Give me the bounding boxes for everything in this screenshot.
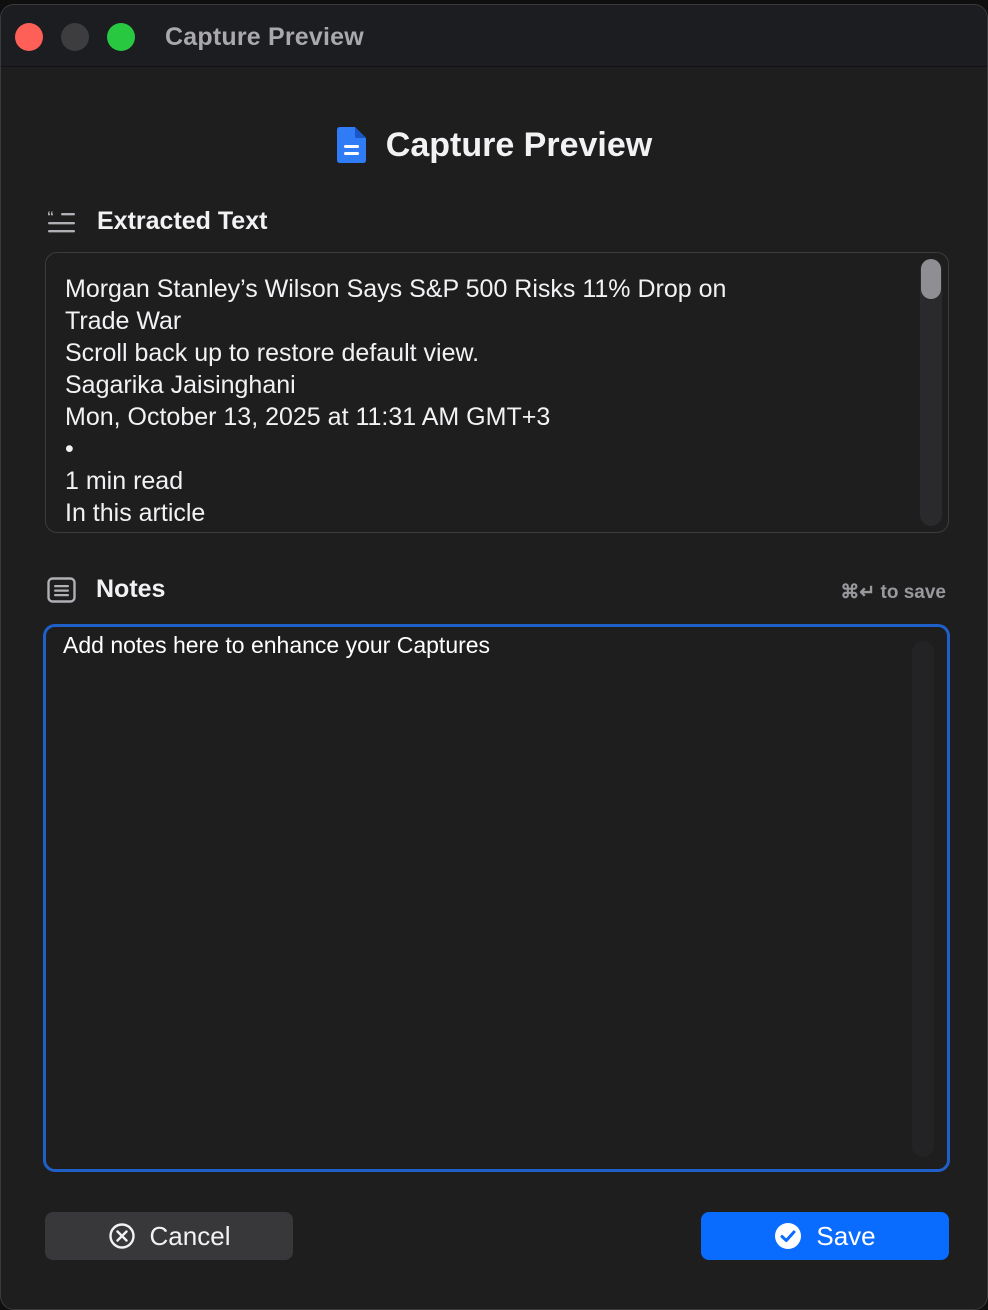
extracted-line: In this article xyxy=(65,499,206,527)
cancel-circle-x-icon xyxy=(108,1223,135,1249)
save-shortcut-hint: ⌘↵ to save xyxy=(840,582,946,603)
extracted-line: Scroll back up to restore default view. xyxy=(65,339,480,367)
save-button-label: Save xyxy=(816,1220,876,1251)
cancel-button[interactable]: Cancel xyxy=(45,1212,293,1260)
svg-text:“: “ xyxy=(47,209,54,224)
close-window-button[interactable] xyxy=(15,23,43,51)
extracted-text-heading: “ Extracted Text xyxy=(47,207,267,236)
window-title: Capture Preview xyxy=(165,23,364,51)
document-icon xyxy=(336,127,366,163)
notes-heading: Notes xyxy=(47,575,165,604)
extracted-line: 1 min read xyxy=(65,467,184,495)
title-bar: Capture Preview xyxy=(1,5,987,67)
extracted-text-content: Morgan Stanley’s Wilson Says S&P 500 Ris… xyxy=(65,273,908,529)
capture-preview-window: Capture Preview Capture Preview “ Extrac… xyxy=(0,4,988,1310)
extracted-line: Trade War xyxy=(65,307,182,335)
extracted-text-label: Extracted Text xyxy=(97,207,268,235)
notes-scrollbar[interactable] xyxy=(912,641,934,1157)
extracted-line: • xyxy=(65,435,74,463)
save-button[interactable]: Save xyxy=(701,1212,949,1260)
notes-placeholder: Add notes here to enhance your Captures xyxy=(63,632,491,658)
notes-input[interactable]: Add notes here to enhance your Captures xyxy=(43,624,950,1172)
extracted-line: Mon, October 13, 2025 at 11:31 AM GMT+3 xyxy=(65,403,551,431)
quote-text-icon: “ xyxy=(47,209,75,232)
minimize-window-button[interactable] xyxy=(61,23,89,51)
cancel-button-label: Cancel xyxy=(149,1220,231,1251)
page-header: Capture Preview xyxy=(1,125,987,165)
extracted-line: Morgan Stanley’s Wilson Says S&P 500 Ris… xyxy=(65,275,727,303)
notes-label: Notes xyxy=(96,575,166,603)
extracted-text-area[interactable]: Morgan Stanley’s Wilson Says S&P 500 Ris… xyxy=(45,252,949,533)
extracted-text-scrollbar[interactable] xyxy=(920,259,942,526)
scrollbar-thumb[interactable] xyxy=(921,259,941,299)
zoom-window-button[interactable] xyxy=(107,23,135,51)
note-icon xyxy=(47,576,76,603)
page-title: Capture Preview xyxy=(385,125,653,164)
extracted-line: Sagarika Jaisinghani xyxy=(65,371,296,399)
checkmark-circle-icon xyxy=(775,1223,802,1249)
